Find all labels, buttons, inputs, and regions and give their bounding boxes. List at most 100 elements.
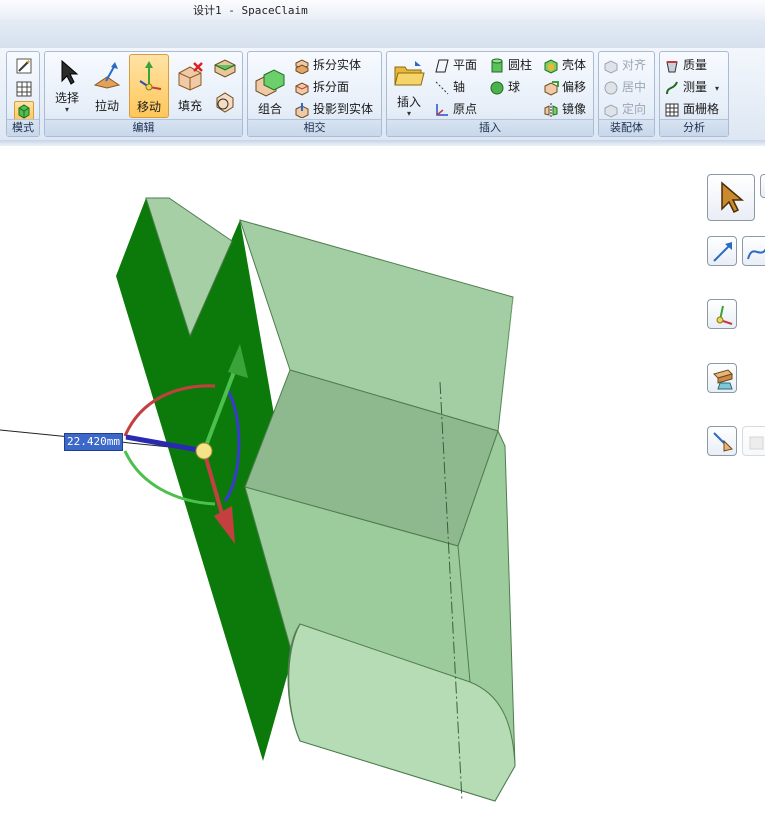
cylinder-button[interactable]: 圆柱 (489, 55, 532, 75)
move-icon (139, 61, 162, 91)
select-arrow-icon (721, 181, 745, 214)
align-label: 对齐 (622, 58, 647, 72)
sphere-button[interactable]: 球 (489, 77, 520, 97)
analysis-group-label: 分析 (660, 119, 728, 136)
sphere-label: 球 (508, 80, 521, 94)
combine-icon (255, 69, 285, 97)
split-face-label: 拆分面 (313, 80, 350, 94)
move-label: 移动 (136, 100, 161, 114)
offset-button[interactable]: 偏移 (543, 77, 586, 97)
project-label: 投影到实体 (313, 102, 374, 116)
fill-button[interactable]: 填充 (170, 55, 210, 117)
edit-group: 选择 ▾ 拉动 移动 填充 编辑 (44, 51, 243, 137)
select-dropdown-icon[interactable]: ▾ (48, 105, 86, 114)
measure-icon (664, 80, 680, 96)
insert-group: 插入 ▾ 平面 轴 原点 圆柱 球 壳体 偏移 镜像 插入 (386, 51, 594, 137)
select-tool-button[interactable] (707, 174, 755, 221)
orient-button[interactable]: 定向 (603, 99, 646, 119)
mass-label: 质量 (683, 58, 708, 72)
intersect-group: 组合 拆分实体 拆分面 投影到实体 相交 (247, 51, 382, 137)
center-button[interactable]: 居中 (603, 77, 646, 97)
split-face-button[interactable]: 拆分面 (294, 77, 349, 97)
center-icon (603, 80, 619, 96)
mirror-icon (543, 102, 559, 118)
title-bar: 设计1 - SpaceClaim (0, 0, 765, 20)
curve-tool-button[interactable] (742, 236, 765, 266)
insert-group-label: 插入 (387, 119, 593, 136)
combine-button[interactable]: 组合 (251, 55, 289, 117)
ribbon-tab-strip (0, 20, 765, 49)
ribbon: 模式 选择 ▾ 拉动 移动 填充 编辑 组合 拆分实体 拆分面 投影到实体 相交… (0, 48, 765, 140)
split-face-icon (294, 80, 310, 96)
insert-button[interactable]: 插入 ▾ (390, 55, 428, 118)
line-tool-button[interactable] (707, 236, 737, 266)
axis-label: 轴 (453, 80, 466, 94)
split-body-icon (294, 58, 310, 74)
center-label: 居中 (622, 80, 647, 94)
move-button[interactable]: 移动 (129, 54, 169, 118)
insert-label: 插入 (396, 95, 421, 109)
split-body-button[interactable]: 拆分实体 (294, 55, 361, 75)
cylinder-icon (489, 58, 505, 74)
combine-label: 组合 (257, 102, 282, 116)
mirror-label: 镜像 (562, 102, 587, 116)
project-to-body-button[interactable]: 投影到实体 (294, 99, 373, 119)
curve-icon (747, 248, 765, 260)
origin-button[interactable]: 原点 (434, 99, 477, 119)
insert-dropdown-icon[interactable]: ▾ (390, 109, 428, 118)
select-label: 选择 (54, 91, 79, 105)
window-title: 设计1 - SpaceClaim (193, 4, 308, 17)
design-viewport[interactable]: 22.420mm (0, 146, 765, 833)
side-panel-edge-button[interactable] (760, 174, 765, 198)
axis-button[interactable]: 轴 (434, 77, 465, 97)
pull-label: 拉动 (94, 99, 119, 113)
move-handle-tool-button[interactable] (707, 299, 737, 329)
3d-mode-icon[interactable] (14, 101, 34, 121)
mesh-button[interactable]: 面栅格 (664, 99, 719, 119)
pull-icon (93, 62, 121, 89)
plane-icon (434, 58, 450, 74)
section-mode-icon[interactable] (16, 81, 32, 100)
fill-label: 填充 (177, 99, 202, 113)
measure-button[interactable]: 测量 ▾ (664, 77, 719, 97)
edit-group-label: 编辑 (45, 119, 242, 136)
shell-button[interactable]: 壳体 (543, 55, 586, 75)
fill-icon (178, 62, 203, 91)
align-button[interactable]: 对齐 (603, 55, 646, 75)
blend-icon[interactable] (213, 57, 237, 82)
sphere-icon (489, 80, 505, 96)
manipulator-center-icon[interactable] (195, 442, 213, 460)
split-body-label: 拆分实体 (313, 58, 362, 72)
offset-icon (543, 80, 559, 96)
3d-model[interactable] (0, 146, 765, 833)
analysis-group: 质量 测量 ▾ 面栅格 分析 (659, 51, 729, 137)
anchor-tool-button[interactable] (707, 363, 737, 393)
plane-button[interactable]: 平面 (434, 55, 477, 75)
sketch-mode-icon[interactable] (16, 58, 32, 77)
measure-label: 测量 (683, 80, 708, 94)
measure-dropdown-icon[interactable]: ▾ (715, 84, 719, 93)
shell-label: 壳体 (562, 58, 587, 72)
project-icon (294, 102, 310, 118)
shell-icon (543, 58, 559, 74)
mass-button[interactable]: 质量 (664, 55, 707, 75)
disabled-tool-button[interactable] (742, 426, 765, 456)
direction-arrow-icon (713, 432, 733, 452)
replace-icon[interactable] (213, 90, 237, 117)
mesh-grid-icon (664, 102, 680, 118)
mass-icon (664, 58, 680, 74)
disabled-tool-icon (749, 436, 764, 450)
select-button[interactable]: 选择 ▾ (48, 55, 86, 117)
offset-label: 偏移 (562, 80, 587, 94)
pull-button[interactable]: 拉动 (87, 55, 127, 117)
mirror-button[interactable]: 镜像 (543, 99, 586, 119)
pull-direction-tool-button[interactable] (707, 426, 737, 456)
mesh-label: 面栅格 (683, 102, 720, 116)
anchor-block-icon (713, 369, 733, 390)
orient-icon (603, 102, 619, 118)
line-arrow-icon (713, 242, 732, 262)
align-icon (603, 58, 619, 74)
plane-label: 平面 (453, 58, 478, 72)
dimension-input[interactable]: 22.420mm (64, 433, 123, 451)
origin-icon (434, 102, 450, 118)
